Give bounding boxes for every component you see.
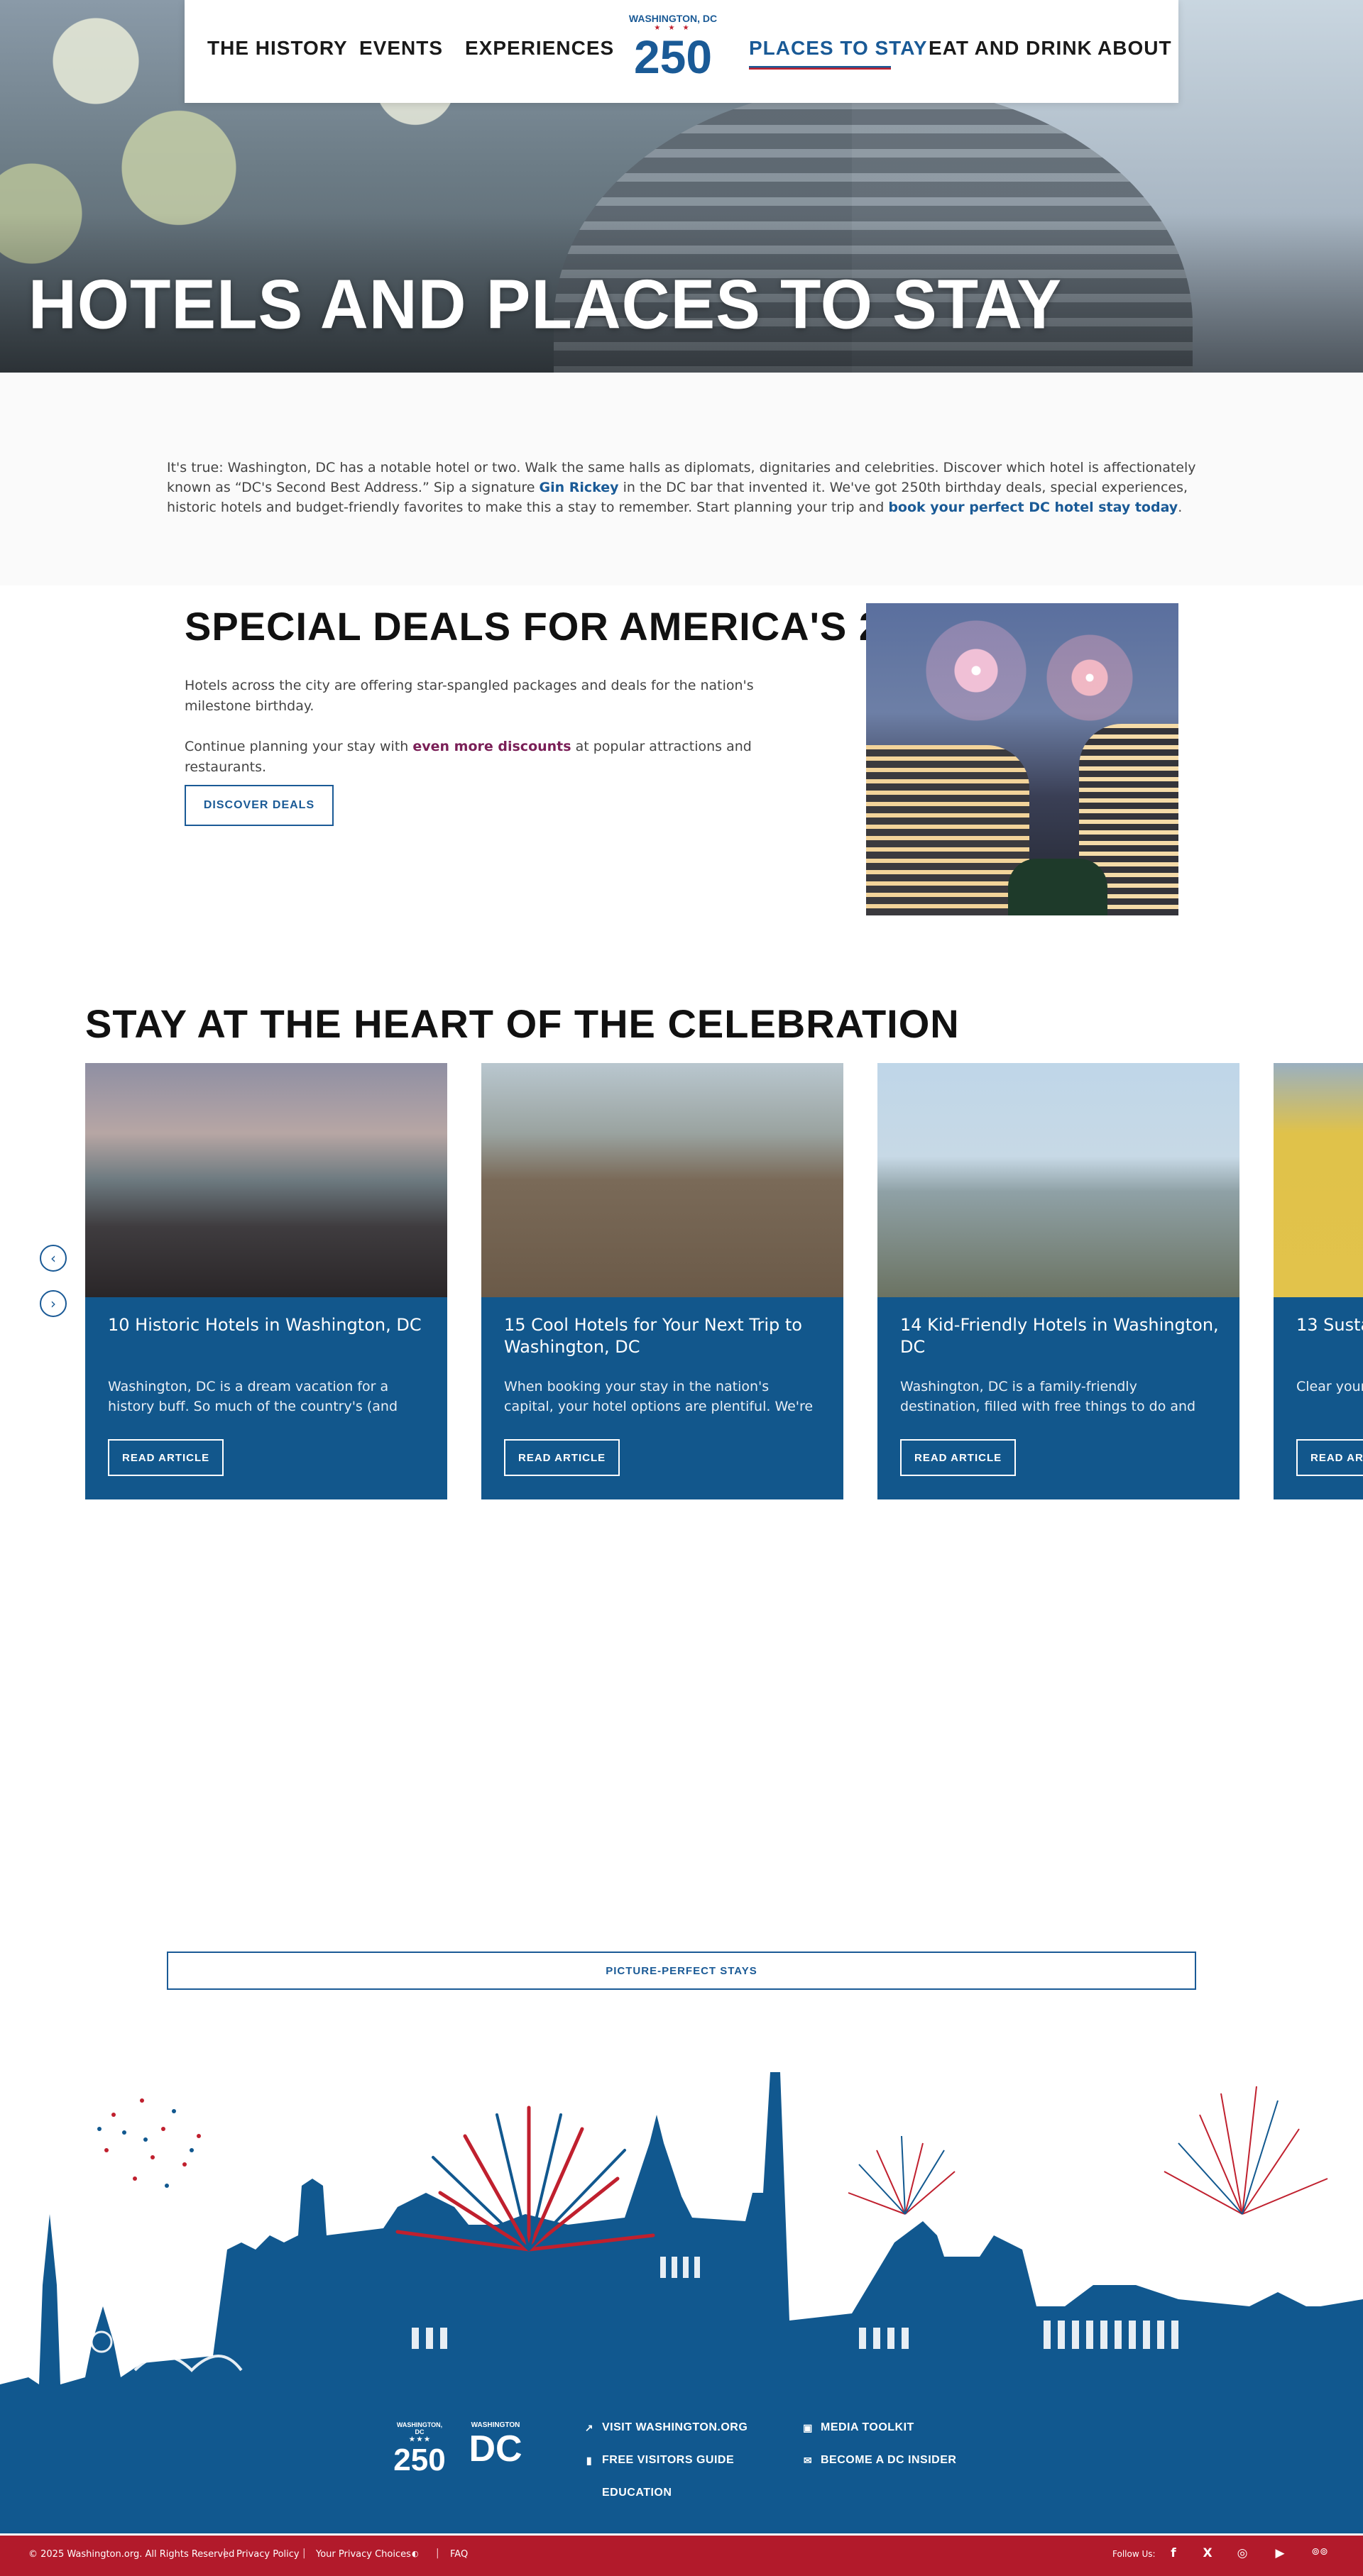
book-hotel-link[interactable]: book your perfect DC hotel stay today xyxy=(888,500,1178,515)
read-article-button[interactable]: READ ARTICLE xyxy=(108,1439,224,1476)
footer-link-label: BECOME A DC INSIDER xyxy=(821,2454,957,2466)
footer-link-label: VISIT WASHINGTON.ORG xyxy=(602,2421,748,2433)
footer-link-visit-washington[interactable]: ↗ VISIT WASHINGTON.ORG xyxy=(584,2421,748,2434)
card-image xyxy=(1274,1063,1363,1297)
logo-number: 250 xyxy=(633,31,713,83)
follow-us-label: Follow Us: xyxy=(1112,2549,1156,2559)
book-icon: ▮ xyxy=(586,2454,593,2466)
picture-perfect-stays-button[interactable]: PICTURE-PERFECT STAYS xyxy=(167,1952,1196,1990)
facebook-icon[interactable]: f xyxy=(1164,2546,1183,2562)
carousel-heading: STAY AT THE HEART OF THE CELEBRATION xyxy=(85,1001,960,1046)
separator: | xyxy=(302,2548,306,2559)
footer-logo-text: WASHINGTON, DC xyxy=(396,2421,443,2435)
nav-item-about[interactable]: ABOUT xyxy=(1097,37,1172,60)
deals-heading: SPECIAL DEALS FOR AMERICA'S 250TH xyxy=(185,604,982,649)
footer-link-education[interactable]: EDUCATION xyxy=(584,2487,672,2499)
footer-link-visitors-guide[interactable]: ▮ FREE VISITORS GUIDE xyxy=(584,2454,734,2467)
trees xyxy=(1008,859,1107,915)
separator: | xyxy=(223,2548,226,2559)
deals-paragraph: Hotels across the city are offering star… xyxy=(185,678,754,714)
footer-link-dc-insider[interactable]: ✉ BECOME A DC INSIDER xyxy=(802,2454,956,2467)
read-article-button[interactable]: READ ARTI xyxy=(1296,1439,1363,1476)
faq-link[interactable]: FAQ xyxy=(450,2549,468,2560)
card-title[interactable]: 14 Kid-Friendly Hotels in Washington, DC xyxy=(900,1314,1220,1358)
footer-logo-number: 250 xyxy=(393,2443,446,2477)
chevron-left-icon: ‹ xyxy=(50,1250,56,1267)
carousel-prev-button[interactable]: ‹ xyxy=(40,1245,67,1272)
privacy-toggle-icon: ◐ xyxy=(412,2549,419,2558)
article-card[interactable]: 15 Cool Hotels for Your Next Trip to Was… xyxy=(481,1063,843,1499)
gin-rickey-link[interactable]: Gin Rickey xyxy=(540,480,619,495)
mail-icon: ✉ xyxy=(803,2454,813,2466)
hotel-building xyxy=(866,745,1029,915)
footer-link-label: EDUCATION xyxy=(602,2487,672,2499)
card-body: 14 Kid-Friendly Hotels in Washington, DC… xyxy=(877,1297,1239,1499)
firework-burst xyxy=(923,617,1029,724)
card-title[interactable]: 10 Historic Hotels in Washington, DC xyxy=(108,1314,427,1336)
card-description: Washington, DC is a family-friendly dest… xyxy=(900,1379,1196,1414)
page-title: HOTELS AND PLACES TO STAY xyxy=(28,265,1063,343)
fireworks-hotel-image xyxy=(866,603,1178,915)
deals-text-pre: Continue planning your stay with xyxy=(185,739,413,754)
article-card[interactable]: 14 Kid-Friendly Hotels in Washington, DC… xyxy=(877,1063,1239,1499)
footer-link-media-toolkit[interactable]: ▣ MEDIA TOOLKIT xyxy=(802,2421,914,2434)
card-image xyxy=(877,1063,1239,1297)
logo-text: WASHINGTON, DC xyxy=(628,13,718,24)
card-image xyxy=(85,1063,447,1297)
deals-discounts-paragraph: Continue planning your stay with even mo… xyxy=(185,737,823,778)
active-underline xyxy=(749,66,891,70)
separator: | xyxy=(436,2548,439,2559)
article-card[interactable]: 10 Historic Hotels in Washington, DC Was… xyxy=(85,1063,447,1499)
read-article-button[interactable]: READ ARTICLE xyxy=(900,1439,1017,1476)
article-card-partial[interactable]: 13 Sustai Clear your one of DC READ ARTI xyxy=(1274,1063,1363,1499)
card-title[interactable]: 15 Cool Hotels for Your Next Trip to Was… xyxy=(504,1314,823,1358)
main-nav: THE HISTORY EVENTS EXPERIENCES WASHINGTO… xyxy=(185,0,1178,103)
intro-paragraph: It's true: Washington, DC has a notable … xyxy=(167,458,1196,517)
youtube-icon[interactable]: ▶ xyxy=(1271,2546,1289,2562)
footer-link-label: FREE VISITORS GUIDE xyxy=(602,2454,735,2466)
x-icon[interactable]: X xyxy=(1198,2546,1217,2562)
nav-item-events[interactable]: EVENTS xyxy=(359,37,443,60)
nav-item-experiences[interactable]: EXPERIENCES xyxy=(465,37,614,60)
nav-item-eat-and-drink[interactable]: EAT AND DRINK xyxy=(929,37,1093,60)
nav-item-places-to-stay[interactable]: PLACES TO STAY xyxy=(749,37,928,60)
privacy-policy-link[interactable]: Privacy Policy xyxy=(236,2549,300,2560)
footer-logo-dc-letters: DC xyxy=(469,2428,522,2470)
card-body: 10 Historic Hotels in Washington, DC Was… xyxy=(85,1297,447,1499)
copyright-text: © 2025 Washington.org. All Rights Reserv… xyxy=(28,2549,235,2560)
privacy-choices-link[interactable]: Your Privacy Choices xyxy=(316,2549,411,2560)
discover-deals-button[interactable]: DISCOVER DEALS xyxy=(185,785,334,826)
external-link-icon: ↗ xyxy=(584,2421,594,2433)
footer-link-label: MEDIA TOOLKIT xyxy=(821,2421,914,2433)
footer-logo-250[interactable]: WASHINGTON, DC ★ ★ ★ 250 xyxy=(393,2421,447,2477)
chevron-right-icon: › xyxy=(50,1295,56,1312)
site-logo[interactable]: WASHINGTON, DC ★ ★ ★ 250 xyxy=(625,13,721,91)
instagram-icon[interactable]: ◎ xyxy=(1233,2546,1252,2562)
discounts-link[interactable]: even more discounts xyxy=(412,739,571,754)
card-title[interactable]: 13 Sustai xyxy=(1296,1314,1363,1336)
footer-logo-dc[interactable]: WASHINGTON DC xyxy=(461,2421,530,2471)
read-article-button[interactable]: READ ARTICLE xyxy=(504,1439,620,1476)
tripadvisor-icon[interactable]: ⊚⊚ xyxy=(1310,2546,1329,2562)
intro-text-3: . xyxy=(1178,500,1183,515)
carousel-next-button[interactable]: › xyxy=(40,1290,67,1317)
card-image xyxy=(481,1063,843,1297)
firework-burst xyxy=(1044,632,1136,724)
card-description: Washington, DC is a dream vacation for a… xyxy=(108,1379,398,1414)
briefcase-icon: ▣ xyxy=(803,2421,813,2433)
dc-skyline-illustration xyxy=(0,2072,1363,2399)
nav-item-the-history[interactable]: THE HISTORY xyxy=(207,37,348,60)
card-body: 15 Cool Hotels for Your Next Trip to Was… xyxy=(481,1297,843,1499)
card-description: Clear your one of DC xyxy=(1296,1379,1363,1394)
card-description: When booking your stay in the nation's c… xyxy=(504,1379,814,1414)
card-body: 13 Sustai Clear your one of DC READ ARTI xyxy=(1274,1297,1363,1499)
